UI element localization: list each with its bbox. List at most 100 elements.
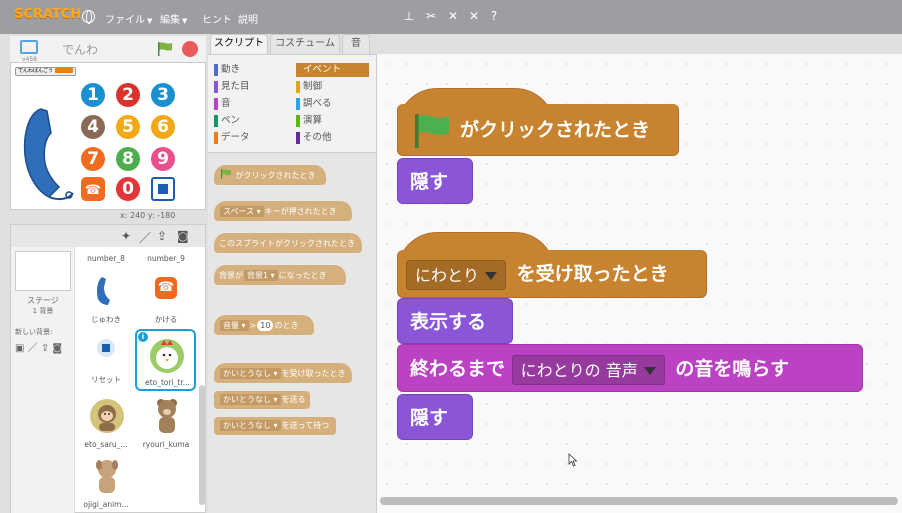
category-sensing[interactable]: 調べる (296, 97, 369, 111)
sprite-item-name: eto_tori_tr... (145, 378, 190, 387)
palette-when-backdrop-switches[interactable]: 背景が 背景1 ▾ になったとき (214, 265, 346, 285)
number-9-button[interactable]: 9 (151, 147, 175, 171)
palette-when-sensor-greater[interactable]: 音量 ▾ >10 のとき (214, 315, 314, 335)
stage-column[interactable]: ステージ 1 背景 新しい背景: ▣ ／ ⇪ ◙ (11, 247, 75, 513)
about-menu[interactable]: 説明 (238, 11, 258, 26)
message-dropdown[interactable]: かいとうなし ▾ (220, 394, 281, 405)
category-sound[interactable]: 音 (214, 97, 288, 111)
sprite-item-name: リセット (91, 375, 121, 384)
tab-costumes[interactable]: コスチューム (270, 34, 340, 54)
sprite-item[interactable]: ☎ かける (137, 269, 195, 327)
delete-scissors-icon[interactable]: ✂ (424, 9, 438, 23)
shrink-icon[interactable]: ✕ (467, 9, 481, 23)
sound-dropdown[interactable]: にわとりの 音声 (511, 354, 665, 385)
hide-block[interactable]: 隠す (397, 158, 473, 204)
number-4-button[interactable]: 4 (81, 115, 105, 139)
palette-when-receive[interactable]: かいとうなし ▾ を受け取ったとき (214, 363, 352, 383)
globe-icon[interactable] (82, 10, 95, 24)
number-2-button[interactable]: 2 (116, 83, 140, 107)
stop-icon[interactable] (182, 41, 198, 57)
number-0-button[interactable]: 0 (116, 177, 140, 201)
show-block[interactable]: 表示する (397, 298, 513, 344)
tips-menu[interactable]: ヒント (202, 11, 232, 26)
stage-backdrop-count: 1 背景 (32, 307, 54, 315)
stage-canvas[interactable]: でんわばんごう 1 2 3 4 5 6 7 8 9 ☎ 0 (10, 62, 206, 210)
message-dropdown[interactable]: かいとうなし ▾ (220, 368, 281, 379)
play-sound-until-done-block[interactable]: 終わるまで にわとりの 音声 の音を鳴らす (397, 344, 863, 392)
info-icon[interactable]: i (138, 332, 148, 342)
script-area-scrollbar[interactable] (380, 497, 898, 505)
category-color-bar (214, 98, 218, 110)
reset-square-icon (158, 184, 168, 194)
palette-block-text: になったとき (278, 271, 327, 280)
camera-icon[interactable]: ◙ (177, 229, 189, 243)
category-control[interactable]: 制御 (296, 80, 369, 94)
palette-when-key-pressed[interactable]: スペース ▾ キーが押されたとき (214, 201, 352, 221)
backdrop-paint-icon[interactable]: ／ (28, 343, 38, 354)
palette-when-flag-clicked[interactable]: がクリックされたとき (214, 165, 326, 185)
number-1-button[interactable]: 1 (81, 83, 105, 107)
message-dropdown[interactable]: にわとり (406, 259, 507, 290)
stage-header: v458 でんわ (10, 36, 206, 63)
when-receive-block[interactable]: にわとり を受け取ったとき (397, 250, 707, 298)
sprite-item[interactable]: ojigi_anim... (77, 453, 135, 511)
category-label: 動き (221, 64, 241, 75)
sprites-scrollbar[interactable] (199, 385, 205, 505)
palette-broadcast-and-wait[interactable]: かいとうなし ▾ を送って待つ (214, 417, 336, 435)
file-menu[interactable]: ファイル ▼ (105, 11, 152, 26)
key-dropdown[interactable]: スペース ▾ (220, 206, 264, 217)
category-pen[interactable]: ペン (214, 114, 288, 128)
sprite-item[interactable]: じゅわき (77, 269, 135, 327)
backdrop-dropdown[interactable]: 背景1 ▾ (244, 270, 278, 281)
sprite-item-selected[interactable]: i eto_tori_tr... (135, 329, 196, 391)
category-data[interactable]: データ (214, 131, 288, 145)
palette-broadcast[interactable]: かいとうなし ▾ を送る (214, 391, 310, 409)
category-label: 演算 (303, 115, 323, 126)
number-7-button[interactable]: 7 (81, 147, 105, 171)
category-operators[interactable]: 演算 (296, 114, 369, 128)
sprite-item[interactable]: number_9 (137, 247, 195, 265)
backdrop-upload-icon[interactable]: ⇪ (41, 343, 49, 354)
telephone-handset-icon[interactable] (19, 103, 79, 203)
green-flag-icon[interactable] (157, 42, 173, 56)
stage-label: ステージ (27, 296, 59, 305)
sprite-item[interactable]: eto_saru_... (77, 393, 135, 451)
category-looks[interactable]: 見た目 (214, 80, 288, 94)
number-5-button[interactable]: 5 (116, 115, 140, 139)
hide-block[interactable]: 隠す (397, 394, 473, 440)
grow-icon[interactable]: ✕ (446, 9, 460, 23)
category-motion[interactable]: 動き (214, 63, 288, 77)
tab-scripts[interactable]: スクリプト (210, 34, 268, 55)
category-events[interactable]: イベント (296, 63, 369, 77)
sensor-value-input[interactable]: 10 (257, 320, 274, 331)
backdrop-library-icon[interactable]: ▣ (15, 343, 24, 354)
stage-thumbnail[interactable] (15, 251, 71, 291)
sprite-item[interactable]: ryouri_kuma (137, 393, 195, 451)
message-dropdown[interactable]: かいとうなし ▾ (220, 420, 281, 431)
script-area[interactable]: がクリックされたとき 隠す にわとり を受け取ったとき 表示する 終わるまで に… (376, 54, 902, 513)
category-more[interactable]: その他 (296, 131, 369, 145)
number-8-button[interactable]: 8 (116, 147, 140, 171)
paint-brush-icon[interactable]: ／ (139, 229, 151, 246)
duplicate-stamp-icon[interactable]: ⊥ (402, 9, 416, 23)
help-icon[interactable]: ? (487, 9, 501, 23)
reset-button[interactable] (151, 177, 175, 201)
sprite-item[interactable]: リセット (77, 329, 135, 387)
call-button[interactable]: ☎ (81, 177, 105, 201)
sprite-item-name: eto_saru_... (84, 440, 128, 449)
backdrop-camera-icon[interactable]: ◙ (52, 343, 62, 354)
palette-when-sprite-clicked[interactable]: このスプライトがクリックされたとき (214, 233, 362, 253)
scratch-logo[interactable]: SCRATCH (14, 7, 81, 22)
sprite-library-icon[interactable]: ✦ (121, 229, 131, 243)
upload-icon[interactable]: ⇪ (157, 229, 167, 243)
tab-sounds[interactable]: 音 (342, 34, 370, 54)
edit-menu[interactable]: 編集 ▼ (160, 11, 187, 26)
fullscreen-icon[interactable] (20, 40, 38, 54)
number-6-button[interactable]: 6 (151, 115, 175, 139)
number-3-button[interactable]: 3 (151, 83, 175, 107)
when-flag-clicked-block[interactable]: がクリックされたとき (397, 104, 679, 156)
sensor-dropdown[interactable]: 音量 ▾ (220, 320, 249, 331)
sprite-item[interactable]: number_8 (77, 247, 135, 265)
new-backdrop-icons: ▣ ／ ⇪ ◙ (15, 339, 62, 354)
caret-down-icon (485, 272, 498, 280)
